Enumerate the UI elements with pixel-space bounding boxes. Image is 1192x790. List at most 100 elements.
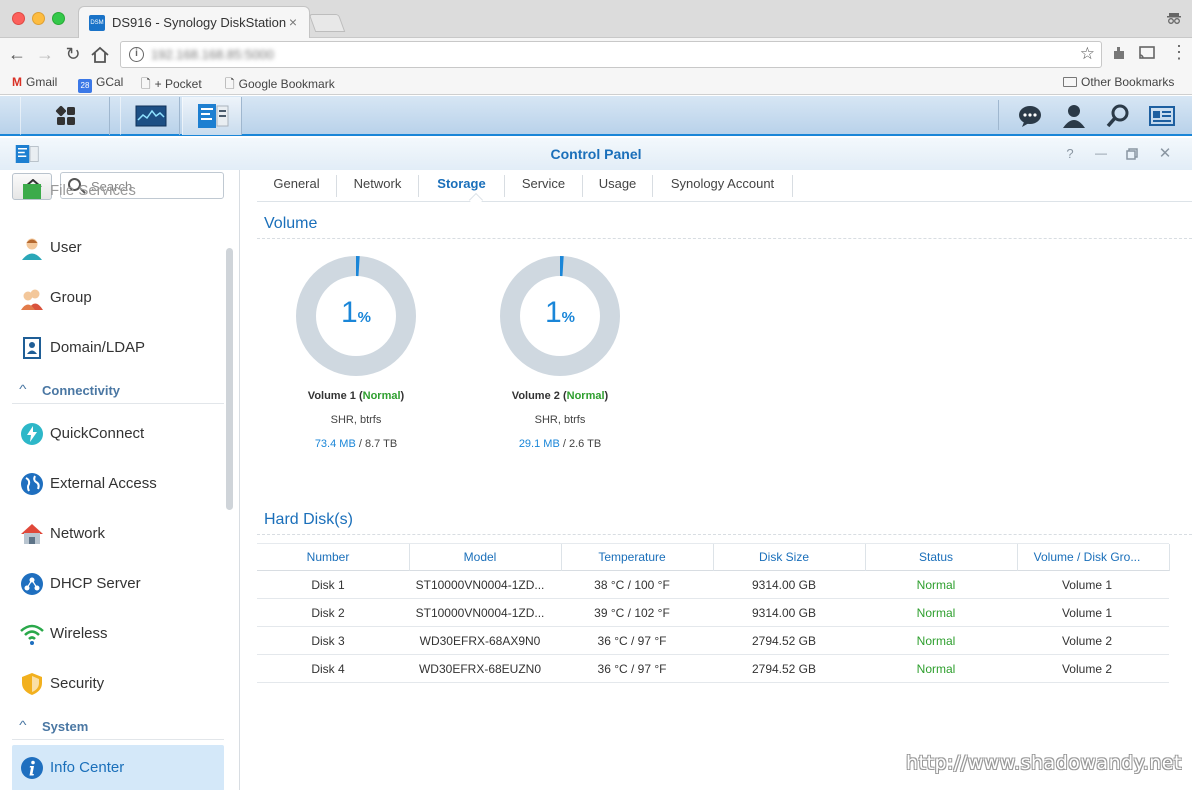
restore-icon[interactable] (1126, 148, 1138, 160)
tab-service[interactable]: Service (505, 175, 583, 197)
volume-card: 1% Volume 2 (Normal) SHR, btrfs 29.1 MB … (460, 256, 660, 456)
sidebar-item-group[interactable]: Group (12, 275, 224, 321)
section-header-system[interactable]: ^ System (12, 714, 224, 740)
cast-icon[interactable] (1138, 45, 1156, 61)
resource-monitor-icon (135, 105, 167, 127)
folder-icon (1063, 77, 1077, 87)
other-bookmarks[interactable]: Other Bookmarks (1063, 75, 1174, 89)
main-menu-button[interactable] (20, 97, 110, 135)
group-icon (21, 289, 43, 310)
volume-status: Normal (566, 390, 605, 402)
sidebar-item-external-access[interactable]: External Access (12, 461, 224, 507)
user-account-icon[interactable] (1062, 104, 1086, 128)
cell-number: Disk 1 (311, 578, 345, 592)
sidebar-scrollbar[interactable] (226, 248, 233, 510)
close-icon[interactable]: ✕ (1157, 144, 1173, 162)
tab-storage[interactable]: Storage (419, 175, 505, 197)
sidebar-item-label: DHCP Server (50, 575, 141, 592)
site-info-icon[interactable]: i (129, 47, 144, 62)
column-header-disk-size[interactable]: Disk Size (713, 550, 855, 564)
browser-tab[interactable]: DSM DS916 - Synology DiskStation × (78, 6, 310, 38)
window-minimize-button[interactable] (32, 12, 45, 25)
volume-capacity: 73.4 MB / 8.7 TB (314, 438, 398, 450)
globe-icon (21, 473, 43, 495)
window-zoom-button[interactable] (52, 12, 65, 25)
extension-hand-icon[interactable] (1111, 45, 1127, 61)
section-label: System (42, 719, 89, 734)
volume-section-title: Volume (264, 215, 318, 232)
address-url: 192.168.168.85:5000 (151, 47, 274, 62)
gmail-icon: M (12, 75, 22, 89)
bookmark-star-icon[interactable]: ☆ (1080, 44, 1095, 64)
address-bar[interactable]: i 192.168.168.85:5000 ☆ (120, 41, 1102, 68)
bookmark-pocket[interactable]: 🗋 + Pocket (141, 75, 202, 96)
browser-tab-title: DS916 - Synology DiskStation (112, 15, 287, 30)
resource-monitor-taskbar-button[interactable] (120, 97, 180, 135)
sidebar-item-info-center[interactable]: Info Center (12, 745, 224, 790)
watermark: http://www.shadowandy.net (906, 752, 1182, 774)
column-header-temperature[interactable]: Temperature (561, 550, 703, 564)
tab-usage[interactable]: Usage (583, 175, 653, 197)
back-icon[interactable]: ← (6, 44, 28, 64)
table-row[interactable]: Disk 1 ST10000VN0004-1ZD... 38 °C / 100 °F… (257, 571, 1169, 599)
sidebar-item-label: Security (50, 675, 105, 692)
domain-ldap-icon (23, 337, 41, 359)
sidebar-item-label: File Services (50, 182, 136, 199)
forward-icon[interactable]: → (34, 44, 56, 64)
bookmark-gcal[interactable]: 28 GCal (78, 75, 123, 93)
volume-capacity: 29.1 MB / 2.6 TB (518, 438, 602, 450)
menu-kebab-icon[interactable]: ⋮ (1170, 42, 1188, 63)
column-header-volume[interactable]: Volume / Disk Gro... (1017, 550, 1157, 564)
home-icon[interactable] (90, 46, 110, 64)
notifications-chat-icon[interactable] (1018, 104, 1042, 128)
user-icon (22, 238, 42, 260)
sidebar-item-wireless[interactable]: Wireless (12, 611, 224, 657)
table-row[interactable]: Disk 2 ST10000VN0004-1ZD... 39 °C / 102 °F… (257, 599, 1169, 627)
window-close-button[interactable] (12, 12, 25, 25)
sidebar-item-file-services[interactable]: File Services (12, 180, 224, 202)
bookmark-google-bookmark[interactable]: 🗋 Google Bookmark (225, 75, 335, 96)
sidebar-item-dhcp-server[interactable]: DHCP Server (12, 561, 224, 607)
window-title: Control Panel (550, 146, 642, 162)
widgets-icon[interactable] (1149, 104, 1175, 128)
info-icon (21, 757, 43, 779)
cell-number: Disk 2 (311, 606, 345, 620)
incognito-icon[interactable] (1166, 10, 1182, 26)
sidebar-item-domain-ldap[interactable]: Domain/LDAP (12, 325, 224, 371)
new-tab-button[interactable] (308, 14, 346, 32)
volume-filesystem: SHR, btrfs (534, 414, 586, 426)
volume-section-rule (257, 238, 1192, 239)
tab-general[interactable]: General (257, 175, 337, 197)
tab-network[interactable]: Network (337, 175, 419, 197)
column-header-model[interactable]: Model (409, 550, 551, 564)
column-header-status[interactable]: Status (865, 550, 1007, 564)
hard-disk-table: Number Model Temperature Disk Size Statu… (257, 543, 1170, 683)
control-panel-title-bar[interactable]: Control Panel ? — ✕ (0, 138, 1192, 170)
bookmark-gmail[interactable]: M Gmail (12, 75, 57, 89)
cell-volume: Volume 1 (1061, 606, 1113, 620)
control-panel-taskbar-button[interactable] (182, 97, 242, 135)
main-menu-icon (55, 105, 75, 125)
section-header-connectivity[interactable]: ^ Connectivity (12, 378, 224, 404)
cell-temperature: 36 °C / 97 °F (597, 634, 667, 648)
sidebar-item-security[interactable]: Security (12, 661, 224, 707)
sidebar-item-quickconnect[interactable]: QuickConnect (12, 411, 224, 457)
shield-icon (22, 673, 42, 695)
tab-close-icon[interactable]: × (289, 14, 297, 30)
sidebar-item-user[interactable]: User (12, 225, 224, 271)
column-header-number[interactable]: Number (257, 550, 399, 564)
file-services-icon (23, 184, 41, 199)
sidebar-item-label: Domain/LDAP (50, 339, 146, 356)
sidebar-item-network[interactable]: Network (12, 511, 224, 557)
page-icon: 🗋 (225, 77, 235, 91)
table-row[interactable]: Disk 3 WD30EFRX-68AX9N0 36 °C / 97 °F 2794.… (257, 627, 1169, 655)
help-icon[interactable]: ? (1062, 146, 1078, 161)
volume-name: Volume 2 (Normal) (511, 390, 609, 402)
browser-toolbar: ← → ↻ i 192.168.168.85:5000 ☆ ⋮ (0, 38, 1192, 71)
tab-synology-account[interactable]: Synology Account (653, 175, 793, 197)
reload-icon[interactable]: ↻ (62, 44, 84, 64)
quickconnect-icon (21, 423, 43, 445)
search-icon[interactable] (1106, 104, 1130, 128)
minimize-icon[interactable]: — (1093, 146, 1109, 160)
table-row[interactable]: Disk 4 WD30EFRX-68EUZN0 36 °C / 97 °F 2794.… (257, 655, 1169, 683)
